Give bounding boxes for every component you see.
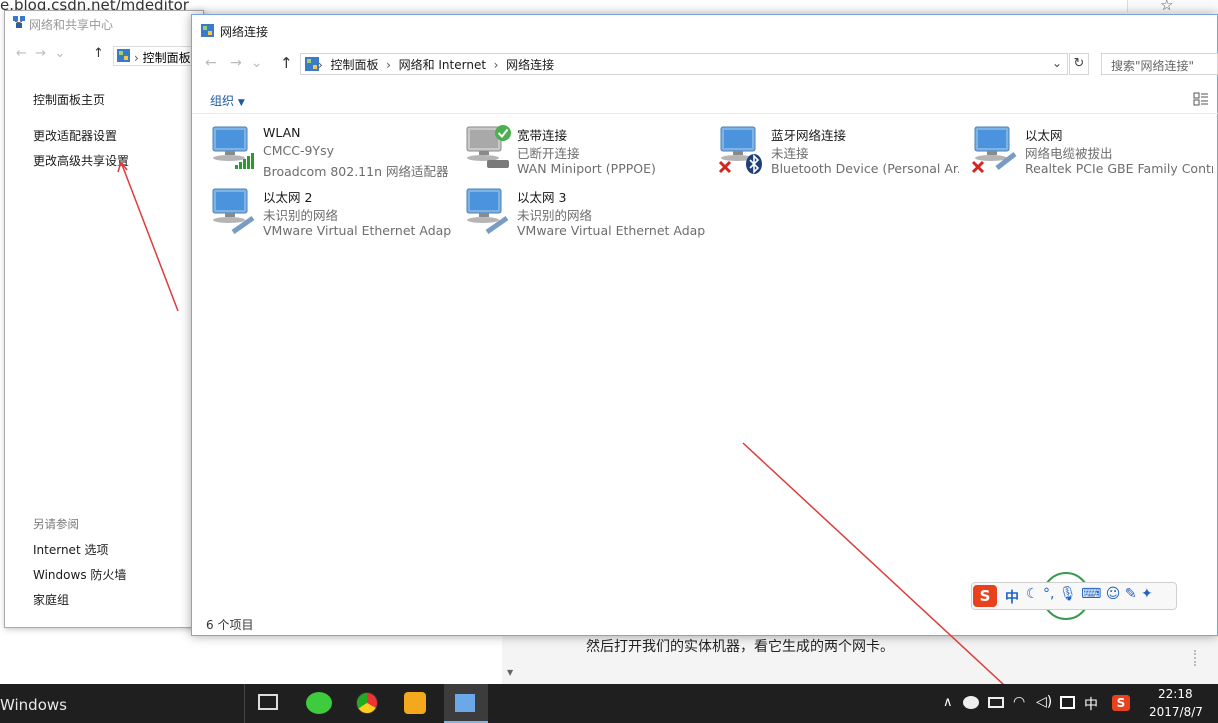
breadcrumb-item[interactable]: 网络连接 [506, 58, 554, 72]
taskbar-label[interactable]: Windows [0, 696, 67, 714]
network-center-icon [13, 16, 25, 28]
ethernet-adapter-icon [466, 188, 509, 235]
adapter-device: WAN Miniport (PPPOE) [517, 161, 656, 176]
clock-date[interactable]: 2017/8/7 [1149, 705, 1203, 719]
back-window-title: 网络和共享中心 [29, 18, 114, 32]
sogou-logo-icon[interactable]: S [973, 585, 997, 607]
adapter-name: WLAN [263, 125, 301, 140]
chevron-down-icon[interactable]: ⌄ [1052, 56, 1062, 70]
ime-tool-icons[interactable]: ☾ °, 🎙 ⌨ ☺ ✎ ✦ [1026, 586, 1153, 602]
adapter-item[interactable] [209, 186, 257, 235]
organize-label: 组织 [210, 94, 235, 108]
command-bar [192, 84, 1218, 114]
adapter-name: 以太网 [1025, 128, 1063, 143]
homegroup-link[interactable]: 家庭组 [33, 591, 69, 608]
breadcrumb-item[interactable]: 控制面板 [330, 58, 378, 72]
breadcrumb: › 控制面板 › 网络和 Internet › 网络连接 [318, 58, 555, 72]
chrome-icon[interactable] [356, 692, 378, 714]
scrollbar-grip[interactable] [1194, 650, 1197, 666]
up-arrow-icon[interactable]: ↑ [93, 46, 104, 61]
up-arrow-icon[interactable]: ↑ [280, 54, 293, 72]
search-input[interactable]: 搜索"网络连接" [1101, 53, 1218, 75]
network-connections-icon [201, 24, 214, 37]
adapter-name: 蓝牙网络连接 [771, 128, 847, 143]
internet-options-link[interactable]: Internet 选项 [33, 541, 108, 558]
window-title: 网络连接 [220, 25, 269, 39]
control-panel-icon [117, 49, 130, 62]
adapter-name: 宽带连接 [517, 128, 568, 143]
view-options-icon[interactable] [1193, 91, 1209, 107]
adapter-device: Bluetooth Device (Personal Ar... [771, 161, 959, 176]
check-icon [495, 125, 511, 141]
ime-indicator[interactable]: 中 [1084, 694, 1098, 714]
adapter-status: 已断开连接 [517, 146, 580, 161]
ethernet-adapter-icon [212, 188, 255, 235]
windows-firewall-link[interactable]: Windows 防火墙 [33, 566, 126, 583]
wechat-icon[interactable] [306, 692, 332, 714]
adapter-name: 以太网 2 [263, 190, 313, 205]
document-caption: 然后打开我们的实体机器，看它生成的两个网卡。 [586, 639, 894, 655]
sogou-tray-icon[interactable]: S [1112, 695, 1130, 711]
adapter-status: 网络电缆被拔出 [1025, 146, 1113, 161]
see-also-heading: 另请参阅 [33, 517, 79, 531]
scroll-down-icon[interactable]: ▼ [507, 668, 513, 677]
chevron-up-icon[interactable]: ∧ [943, 695, 953, 710]
change-adapter-settings-link[interactable]: 更改适配器设置 [33, 127, 117, 144]
adapter-status: 未识别的网络 [263, 208, 339, 223]
wechat-tray-icon[interactable] [963, 696, 979, 709]
adapter-device: VMware Virtual Ethernet Adap... [517, 223, 705, 238]
item-count-status: 6 个项目 [206, 618, 254, 632]
adapter-item[interactable] [463, 186, 511, 235]
adapter-status: 未连接 [771, 146, 809, 161]
breadcrumb-item[interactable]: 网络和 Internet [399, 58, 486, 72]
wifi-signal-icon [235, 153, 254, 169]
notification-icon[interactable] [1060, 696, 1075, 709]
adapter-device: VMware Virtual Ethernet Adap... [263, 223, 451, 238]
control-panel-home-link[interactable]: 控制面板主页 [33, 91, 105, 108]
app-icon[interactable] [404, 692, 426, 714]
organize-button[interactable]: 组织 ▼ [210, 92, 245, 109]
adapter-device: Realtek PCIe GBE Family Contr... [1025, 161, 1213, 176]
battery-icon[interactable] [988, 697, 1004, 708]
adapter-status: CMCC-9Ysy [263, 143, 334, 158]
volume-icon[interactable]: ◁) [1036, 694, 1052, 710]
ime-lang-toggle[interactable]: 中 [1005, 587, 1019, 607]
bluetooth-icon [746, 154, 762, 174]
adapter-status: 未识别的网络 [517, 208, 593, 223]
bookmark-star-icon[interactable]: ☆ [1160, 0, 1173, 14]
adapter-device: Broadcom 802.11n 网络适配器 [263, 164, 449, 179]
task-view-icon[interactable] [258, 694, 278, 710]
back-path-text: 控制面板 [142, 51, 191, 65]
back-nav-buttons[interactable]: ← → ⌄ [16, 46, 65, 61]
taskbar-divider [244, 684, 245, 723]
nav-buttons[interactable]: ← → ⌄ [205, 55, 262, 71]
error-x-icon [718, 160, 732, 174]
wifi-tray-icon[interactable]: ◠ [1013, 694, 1025, 710]
change-sharing-settings-link[interactable]: 更改高级共享设置 [33, 152, 129, 169]
error-x-icon [971, 160, 985, 174]
clock-time[interactable]: 22:18 [1158, 687, 1193, 701]
refresh-button[interactable]: ↻ [1069, 53, 1089, 75]
network-connections-icon [455, 694, 475, 712]
adapter-name: 以太网 3 [517, 190, 567, 205]
